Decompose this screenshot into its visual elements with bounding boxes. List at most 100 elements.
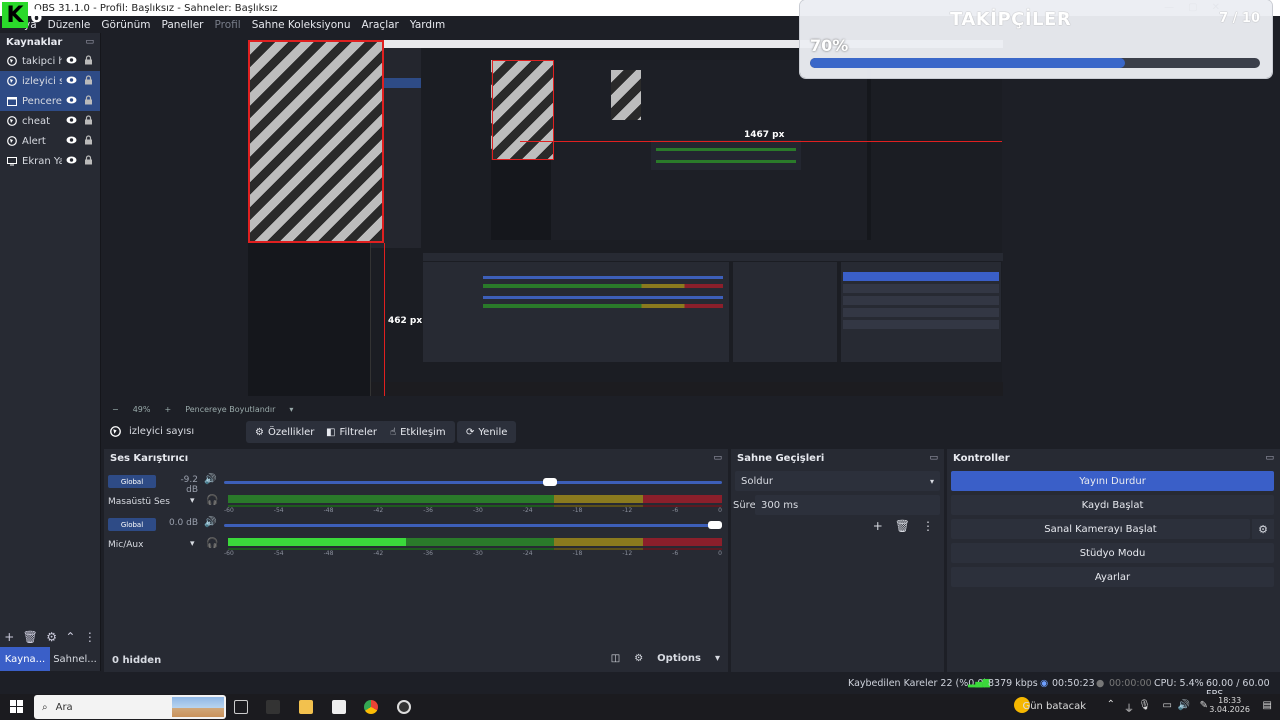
guide-width-label: 1467 px [744,130,785,140]
transition-select[interactable]: Soldur ▾ [735,471,940,491]
trash-icon[interactable]: 🗑 [23,630,38,644]
volume-knob[interactable] [543,478,558,486]
obs-icon[interactable] [397,700,411,714]
menu-tools[interactable]: Araçlar [362,19,399,31]
taskbar-search[interactable]: ⌕ Ara [34,695,226,719]
duration-input[interactable]: 300 ms [755,495,940,515]
eye-icon[interactable] [66,156,77,167]
speaker-icon[interactable]: 🔊 [204,474,216,485]
volume-slider[interactable] [224,478,722,486]
eye-icon[interactable] [66,76,77,87]
folder-icon[interactable] [299,700,313,714]
zoom-mode[interactable]: Pencereye Boyutlandır [185,405,275,414]
filter-icon: ◧ [326,426,336,438]
undock-icon[interactable]: ▭ [713,453,722,463]
tab-scenes[interactable]: Sahnel... [50,647,100,671]
store-icon[interactable] [332,700,346,714]
refresh-button[interactable]: ⟳ Yenile [457,421,517,443]
add-icon[interactable]: + [873,519,883,533]
eye-icon[interactable] [66,56,77,67]
nested-srcbar [423,253,1003,261]
menu-edit[interactable]: Düzenle [48,19,91,31]
network-icon[interactable]: ⏚ [1124,700,1134,715]
source-item-selected[interactable]: Pencere Yakalama [0,91,100,111]
zoom-in-button[interactable]: + [164,405,171,414]
notification-icon[interactable]: ▤ [1263,700,1272,711]
record-time: 00:00:00 [1109,678,1152,689]
settings-button[interactable]: Ayarlar [951,567,1274,587]
more-icon[interactable]: ⋮ [922,519,934,533]
tab-sources[interactable]: Kayna... [0,647,50,671]
speaker-icon[interactable]: 🔊 [204,517,216,528]
chevron-down-icon[interactable]: ▾ [190,496,195,506]
lock-icon[interactable] [84,155,93,168]
lock-icon[interactable] [84,55,93,68]
channel-badge[interactable]: Global [108,518,156,531]
tick-label: -42 [373,550,384,557]
lock-icon[interactable] [84,95,93,108]
headphones-icon[interactable]: 🎧 [206,495,218,506]
channel-badge[interactable]: Global [108,475,156,488]
source-item-selected[interactable]: izleyici sayısı [0,71,100,91]
start-virtual-camera-button[interactable]: Sanal Kamerayı Başlat [951,519,1250,539]
tick-label: -24 [522,550,533,557]
epic-games-icon[interactable] [266,700,280,714]
interact-button[interactable]: ☝ Etkileşim [381,421,455,443]
undock-icon[interactable]: ▭ [1265,453,1274,463]
preview-canvas[interactable]: 1467 px 462 px [248,40,1003,396]
menu-view[interactable]: Görünüm [101,19,150,31]
chevron-up-icon[interactable]: ⌃ [65,630,75,644]
eye-icon[interactable] [66,136,77,147]
filters-button[interactable]: ◧ Filtreler [317,421,387,443]
lock-icon[interactable] [84,115,93,128]
undock-icon[interactable]: ▭ [929,453,938,463]
lock-icon[interactable] [84,135,93,148]
chevron-up-icon[interactable]: ⌃ [1107,699,1115,710]
gear-icon[interactable]: ⚙ [46,630,57,644]
source-item[interactable]: cheat [0,111,100,131]
menu-scene-collection[interactable]: Sahne Koleksiyonu [252,19,351,31]
clock[interactable]: 18:33 3.04.2026 [1209,696,1250,714]
nested-slider [483,276,723,279]
weather-text: Gün batacak [1022,701,1086,712]
eye-icon[interactable] [66,96,77,107]
headphones-icon[interactable]: 🎧 [206,538,218,549]
trash-icon[interactable]: 🗑 [895,519,910,533]
layout-icon[interactable]: ◫ [611,653,620,664]
pen-icon[interactable]: ✎ [1200,700,1208,711]
task-view-icon[interactable] [234,700,248,714]
mic-icon[interactable]: 🎙 [1138,700,1151,711]
source-item[interactable]: Ekran Yakalama [0,151,100,171]
source-item[interactable]: Alert [0,131,100,151]
source-label: cheat [22,115,51,127]
menu-docks[interactable]: Paneller [161,19,203,31]
eye-icon[interactable] [66,116,77,127]
add-icon[interactable]: + [4,630,14,644]
volume-knob[interactable] [708,521,722,529]
stop-streaming-button[interactable]: Yayını Durdur [951,471,1274,491]
source-item[interactable]: takipci hedef [0,51,100,71]
gear-icon[interactable]: ⚙ [1252,519,1274,539]
start-recording-button[interactable]: Kaydı Başlat [951,495,1274,515]
chevron-down-icon[interactable]: ▾ [190,539,195,549]
chevron-down-icon[interactable]: ▾ [715,653,720,664]
zoom-out-button[interactable]: − [112,405,119,414]
gear-icon[interactable]: ⚙ [634,653,643,664]
properties-button[interactable]: ⚙ Özellikler [246,421,324,443]
chrome-icon[interactable] [364,700,378,714]
logo-digit: 6 [30,6,43,27]
volume-icon[interactable]: 🔊 [1178,700,1190,711]
menu-help[interactable]: Yardım [410,19,445,31]
windows-start-icon[interactable] [10,700,23,713]
chevron-down-icon[interactable]: ▾ [289,405,293,414]
selected-source-box[interactable] [248,40,384,243]
options-button[interactable]: Options [657,653,701,664]
menu-profile[interactable]: Profil [215,19,241,31]
tick-label: -60 [224,550,234,557]
more-icon[interactable]: ⋮ [84,630,96,644]
undock-icon[interactable]: ▭ [85,37,94,47]
studio-mode-button[interactable]: Stüdyo Modu [951,543,1274,563]
volume-slider[interactable] [224,521,722,529]
lock-icon[interactable] [84,75,93,88]
display-icon[interactable]: ▭ [1163,700,1172,711]
